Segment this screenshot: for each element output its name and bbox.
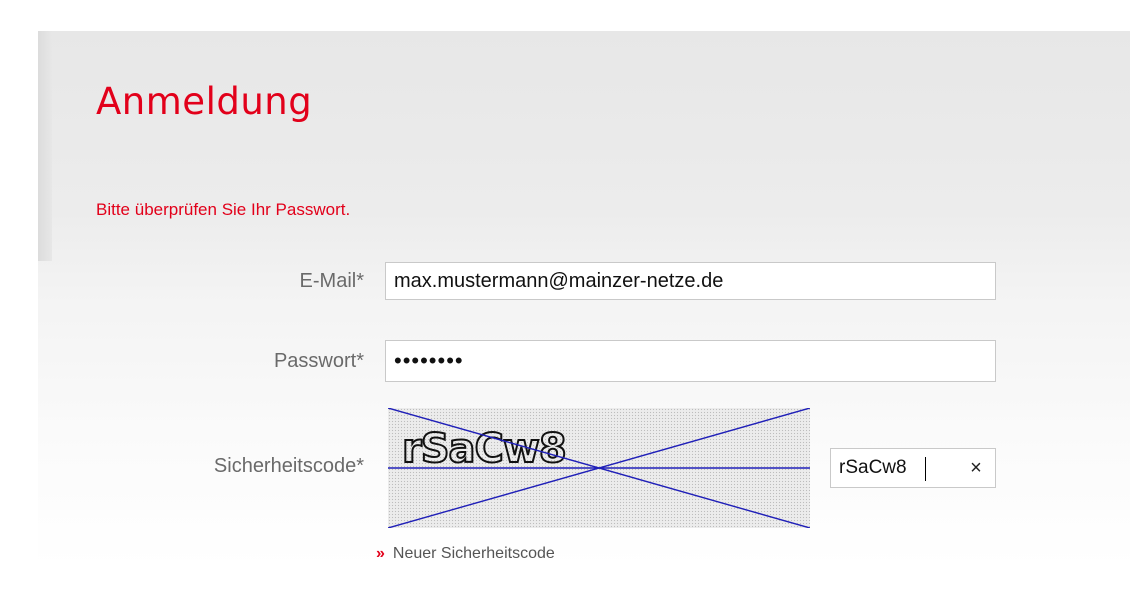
panel-shade <box>38 31 52 261</box>
double-chevron-right-icon: » <box>376 545 385 562</box>
error-message: Bitte überprüfen Sie Ihr Passwort. <box>96 200 351 219</box>
new-captcha-link[interactable]: » Neuer Sicherheitscode <box>376 545 555 563</box>
captcha-noise-lines <box>388 408 810 528</box>
text-caret <box>925 457 926 481</box>
password-label: Passwort* <box>273 350 364 372</box>
password-field[interactable]: •••••••• <box>385 340 996 382</box>
email-field[interactable] <box>385 262 996 300</box>
email-label: E-Mail* <box>299 270 364 292</box>
captcha-label: Sicherheitscode* <box>213 455 364 477</box>
page-title: Anmeldung <box>96 80 313 123</box>
clear-input-button[interactable]: × <box>963 455 989 481</box>
new-captcha-link-label: Neuer Sicherheitscode <box>392 545 555 562</box>
captcha-image: rSaCw8 <box>388 408 810 528</box>
